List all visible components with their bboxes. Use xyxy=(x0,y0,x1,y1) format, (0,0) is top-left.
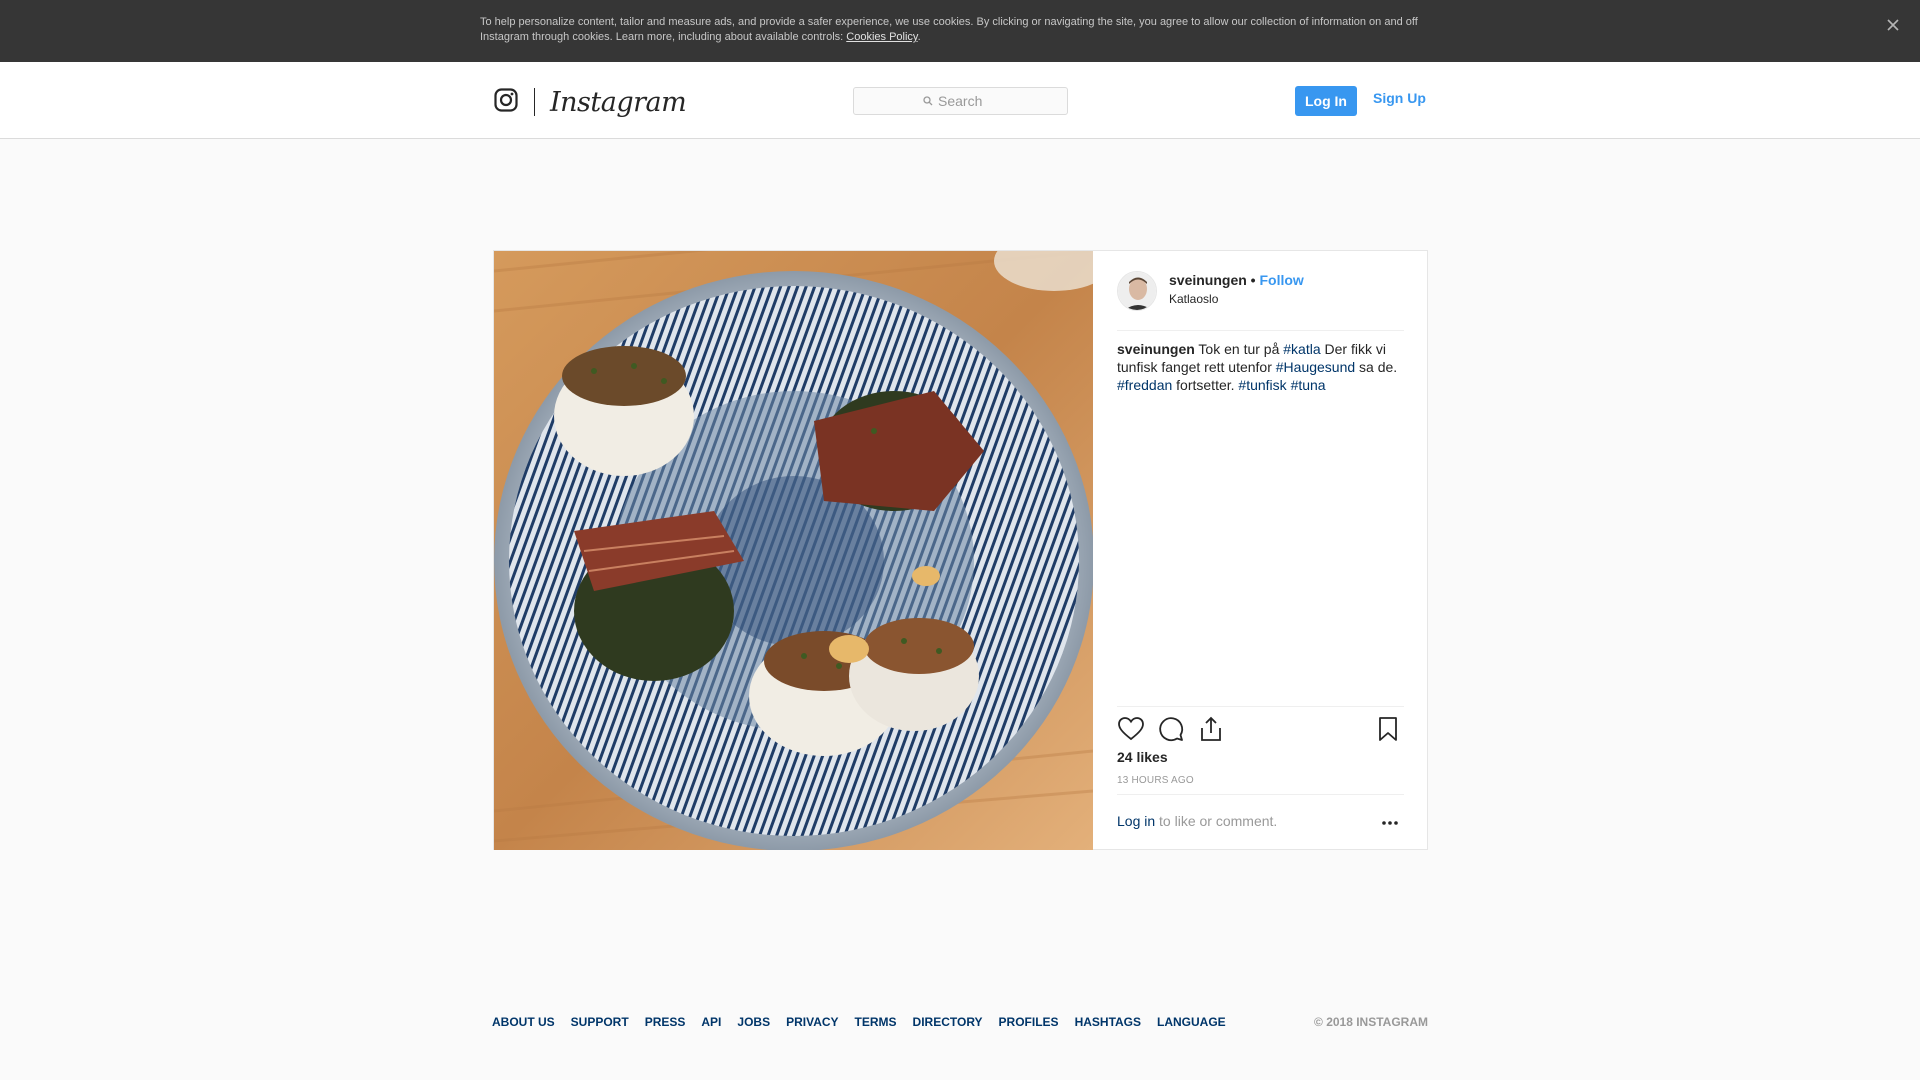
separator-dot: • xyxy=(1246,272,1260,288)
post-caption: sveinungen Tok en tur på #katla Der fikk… xyxy=(1117,340,1404,394)
sign-up-link[interactable]: Sign Up xyxy=(1373,90,1426,106)
comment-prompt-rest: to like or comment. xyxy=(1155,813,1278,829)
close-icon[interactable] xyxy=(1882,14,1904,36)
caption-text: fortsetter. xyxy=(1172,377,1239,393)
instagram-camera-icon[interactable] xyxy=(494,87,518,117)
log-in-link[interactable]: Log in xyxy=(1117,813,1155,829)
cookie-notice-text: To help personalize content, tailor and … xyxy=(480,15,1440,45)
post-actions: 24 likes 13 hours ago xyxy=(1117,706,1404,786)
follow-button[interactable]: Follow xyxy=(1259,272,1303,288)
footer-link-profiles[interactable]: PROFILES xyxy=(999,1015,1059,1029)
comment-prompt-row: Log in to like or comment. xyxy=(1117,794,1404,850)
cookie-notice-body: To help personalize content, tailor and … xyxy=(480,16,1418,43)
instagram-wordmark[interactable]: Instagram xyxy=(550,87,687,118)
caption-text: sa de. xyxy=(1355,359,1398,375)
share-icon[interactable] xyxy=(1197,715,1227,745)
heart-icon[interactable] xyxy=(1117,715,1147,745)
hashtag-link[interactable]: #freddan xyxy=(1117,377,1172,393)
avatar[interactable] xyxy=(1117,271,1157,311)
post-location[interactable]: Katlaoslo xyxy=(1169,292,1218,306)
cookie-banner: To help personalize content, tailor and … xyxy=(0,0,1920,62)
caption-text: Tok en tur på xyxy=(1194,341,1284,357)
footer-link-press[interactable]: PRESS xyxy=(645,1015,686,1029)
post-sidebar: sveinungen • Follow Katlaoslo sveinungen… xyxy=(1093,251,1428,850)
footer-link-jobs[interactable]: JOBS xyxy=(737,1015,770,1029)
search-input[interactable] xyxy=(938,93,998,109)
footer-link-terms[interactable]: TERMS xyxy=(855,1015,897,1029)
footer-link-api[interactable]: API xyxy=(701,1015,721,1029)
likes-count[interactable]: 24 likes xyxy=(1117,749,1168,765)
logo-divider xyxy=(534,88,535,116)
log-in-button[interactable]: Log In xyxy=(1295,86,1357,116)
brand[interactable]: Instagram xyxy=(494,86,687,118)
footer-link-privacy[interactable]: PRIVACY xyxy=(786,1015,838,1029)
bookmark-icon[interactable] xyxy=(1374,715,1404,745)
footer-link-language[interactable]: LANGUAGE xyxy=(1157,1015,1226,1029)
top-navigation: Instagram Log In Sign Up xyxy=(0,62,1920,139)
post-username[interactable]: sveinungen xyxy=(1169,272,1247,288)
search-icon xyxy=(923,96,933,106)
footer: ABOUT US SUPPORT PRESS API JOBS PRIVACY TERMS D… xyxy=(492,1015,1428,1031)
search-box[interactable] xyxy=(853,87,1068,115)
action-icons-row xyxy=(1117,715,1404,747)
footer-link-directory[interactable]: DIRECTORY xyxy=(913,1015,983,1029)
post-header: sveinungen • Follow Katlaoslo xyxy=(1117,251,1404,331)
copyright: © 2018 INSTAGRAM xyxy=(1314,1015,1428,1029)
comment-prompt: Log in to like or comment. xyxy=(1117,813,1277,829)
footer-link-support[interactable]: SUPPORT xyxy=(571,1015,629,1029)
post-photo[interactable] xyxy=(494,251,1093,850)
hashtag-link[interactable]: #tuna xyxy=(1291,377,1326,393)
hashtag-link[interactable]: #tunfisk xyxy=(1238,377,1286,393)
post-timestamp[interactable]: 13 hours ago xyxy=(1117,775,1194,786)
cookie-notice-end: . xyxy=(917,31,921,43)
hashtag-link[interactable]: #Haugesund xyxy=(1276,359,1355,375)
caption-username[interactable]: sveinungen xyxy=(1117,341,1195,357)
footer-links: ABOUT US SUPPORT PRESS API JOBS PRIVACY TERMS D… xyxy=(492,1015,1242,1029)
more-options-icon[interactable] xyxy=(1378,815,1402,831)
hashtag-link[interactable]: #katla xyxy=(1283,341,1320,357)
footer-link-hashtags[interactable]: HASHTAGS xyxy=(1075,1015,1141,1029)
footer-link-about-us[interactable]: ABOUT US xyxy=(492,1015,555,1029)
post-author-line: sveinungen • Follow xyxy=(1169,272,1304,288)
cookies-policy-link[interactable]: Cookies Policy xyxy=(846,31,917,43)
post-card: sveinungen • Follow Katlaoslo sveinungen… xyxy=(493,250,1428,850)
comment-icon[interactable] xyxy=(1157,715,1187,745)
